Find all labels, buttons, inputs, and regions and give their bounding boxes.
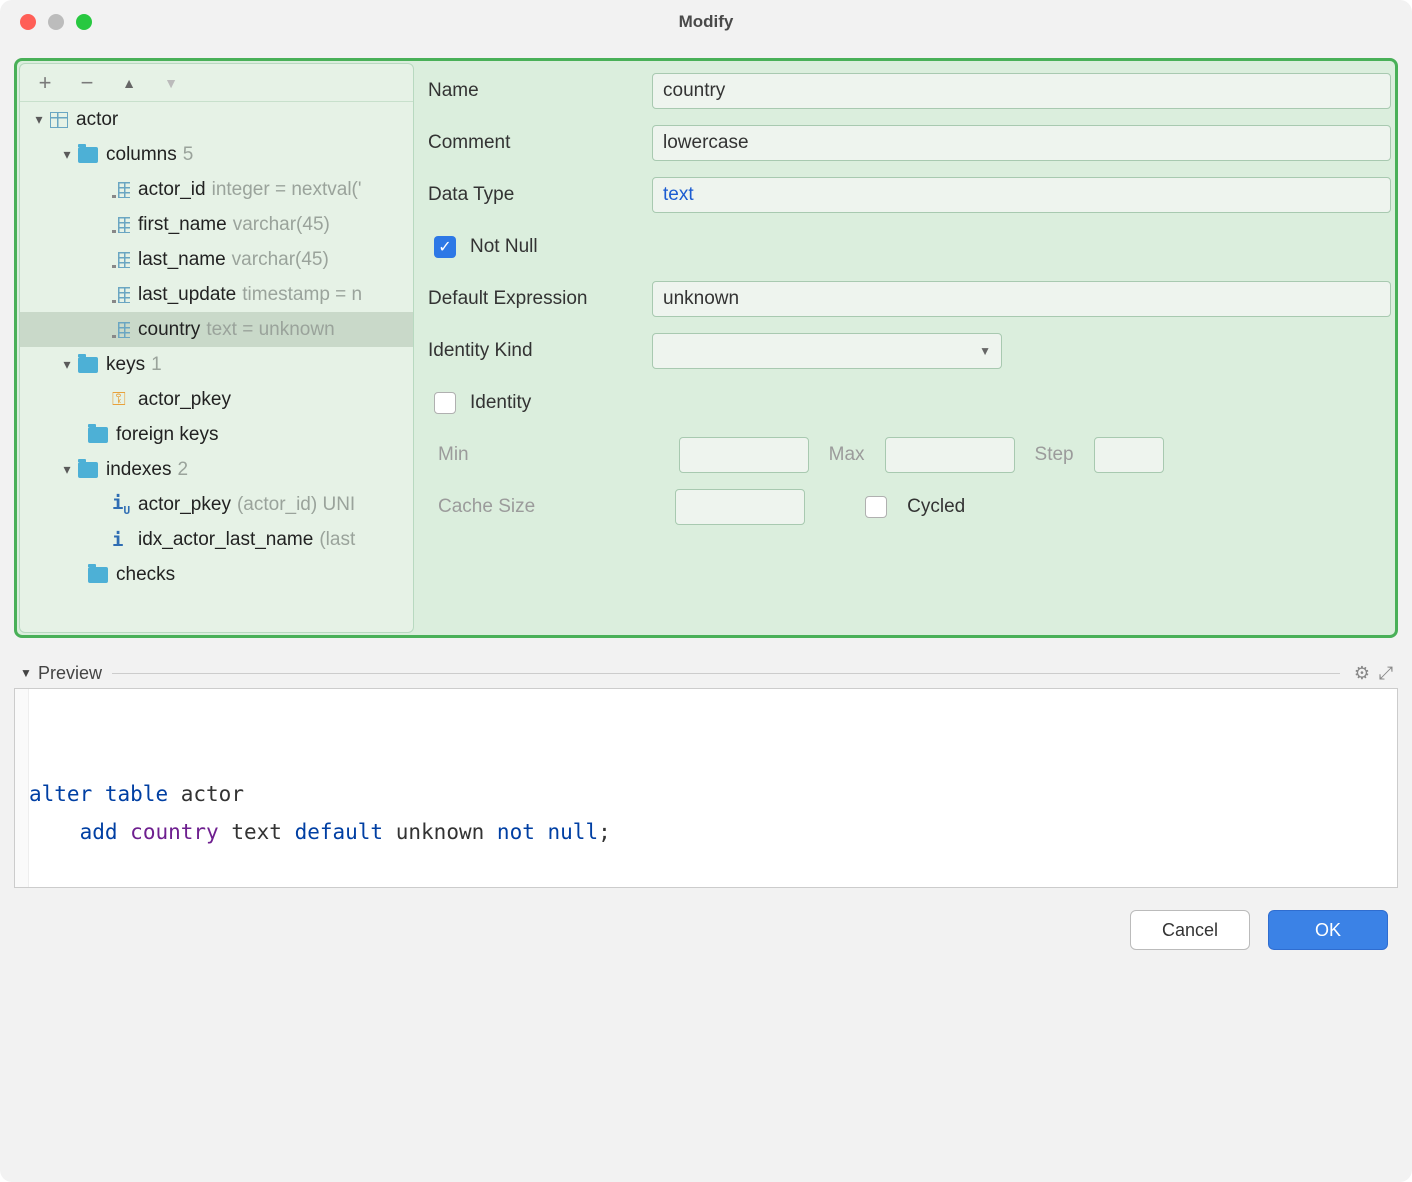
tree-index-row[interactable]: i idx_actor_last_name (last — [20, 522, 413, 557]
add-button[interactable]: + — [34, 72, 56, 94]
object-tree-panel: + − ▲ ▼ ▾ actor ▾ columns 5 — [19, 63, 414, 633]
column-form: Name Comment Data Type ✓ Not Null Defaul… — [426, 63, 1393, 633]
chevron-down-icon[interactable]: ▾ — [56, 146, 78, 163]
folder-icon — [78, 357, 98, 373]
cache-size-label: Cache Size — [438, 496, 535, 518]
titlebar: Modify — [0, 0, 1412, 44]
tree-column-row[interactable]: last_name varchar(45) — [20, 242, 413, 277]
column-icon — [112, 217, 130, 233]
divider — [112, 673, 1340, 674]
tree-column-row[interactable]: actor_id integer = nextval(' — [20, 172, 413, 207]
tree-foreign-keys-folder[interactable]: foreign keys — [20, 417, 413, 452]
name-label: Name — [428, 80, 638, 102]
tree-label: actor — [76, 109, 118, 131]
cancel-button[interactable]: Cancel — [1130, 910, 1250, 950]
move-up-button[interactable]: ▲ — [118, 72, 140, 94]
step-label: Step — [1035, 444, 1074, 466]
folder-icon — [88, 567, 108, 583]
upper-panel: + − ▲ ▼ ▾ actor ▾ columns 5 — [14, 58, 1398, 638]
chevron-down-icon[interactable]: ▾ — [28, 111, 50, 128]
identity-checkbox[interactable] — [434, 392, 456, 414]
notnull-label: Not Null — [470, 236, 538, 258]
default-label: Default Expression — [428, 288, 638, 310]
tree-keys-folder[interactable]: ▾ keys 1 — [20, 347, 413, 382]
chevron-down-icon[interactable]: ▾ — [56, 356, 78, 373]
preview-label: Preview — [38, 663, 102, 684]
cycled-checkbox[interactable] — [865, 496, 887, 518]
tree-key-row[interactable]: ⚿ actor_pkey — [20, 382, 413, 417]
table-icon — [50, 112, 68, 128]
tree-column-row[interactable]: first_name varchar(45) — [20, 207, 413, 242]
content: + − ▲ ▼ ▾ actor ▾ columns 5 — [0, 44, 1412, 1182]
modify-dialog: Modify + − ▲ ▼ ▾ actor — [0, 0, 1412, 1182]
step-input[interactable] — [1094, 437, 1164, 473]
tree-column-row-selected[interactable]: country text = unknown — [20, 312, 413, 347]
gear-icon[interactable]: ⚙ — [1350, 663, 1374, 684]
datatype-label: Data Type — [428, 184, 638, 206]
identity-label: Identity — [470, 392, 531, 414]
datatype-input[interactable] — [652, 177, 1391, 213]
tree-index-row[interactable]: iU actor_pkey (actor_id) UNI — [20, 487, 413, 522]
column-icon — [112, 182, 130, 198]
chevron-down-icon: ▼ — [979, 344, 991, 358]
min-label: Min — [438, 444, 469, 466]
chevron-down-icon[interactable]: ▾ — [56, 461, 78, 478]
max-input[interactable] — [885, 437, 1015, 473]
expand-icon[interactable]: ⤢ — [1374, 663, 1398, 684]
identity-kind-label: Identity Kind — [428, 340, 638, 362]
default-input[interactable] — [652, 281, 1391, 317]
remove-button[interactable]: − — [76, 72, 98, 94]
ok-button[interactable]: OK — [1268, 910, 1388, 950]
dialog-buttons: Cancel OK — [14, 888, 1398, 950]
column-icon — [112, 322, 130, 338]
index-icon: iU — [112, 492, 130, 517]
window-title: Modify — [0, 12, 1412, 32]
tree-toolbar: + − ▲ ▼ — [20, 64, 413, 102]
tree-indexes-folder[interactable]: ▾ indexes 2 — [20, 452, 413, 487]
min-input[interactable] — [679, 437, 809, 473]
tree-table-row[interactable]: ▾ actor — [20, 102, 413, 137]
index-icon: i — [112, 529, 130, 551]
folder-icon — [88, 427, 108, 443]
move-down-button[interactable]: ▼ — [160, 72, 182, 94]
tree-columns-folder[interactable]: ▾ columns 5 — [20, 137, 413, 172]
comment-input[interactable] — [652, 125, 1391, 161]
column-icon — [112, 252, 130, 268]
comment-label: Comment — [428, 132, 638, 154]
tree-checks-folder[interactable]: checks — [20, 557, 413, 592]
name-input[interactable] — [652, 73, 1391, 109]
folder-icon — [78, 147, 98, 163]
editor-gutter — [15, 689, 29, 887]
tree-column-row[interactable]: last_update timestamp = n — [20, 277, 413, 312]
max-label: Max — [829, 444, 865, 466]
chevron-down-icon[interactable]: ▼ — [14, 666, 38, 680]
column-icon — [112, 287, 130, 303]
sql-preview[interactable]: alter table actor add country text defau… — [14, 688, 1398, 888]
notnull-checkbox[interactable]: ✓ — [434, 236, 456, 258]
preview-header: ▼ Preview ⚙ ⤢ — [14, 658, 1398, 688]
cache-size-input[interactable] — [675, 489, 805, 525]
folder-icon — [78, 462, 98, 478]
cycled-label: Cycled — [907, 496, 965, 518]
key-icon: ⚿ — [112, 389, 130, 410]
object-tree: ▾ actor ▾ columns 5 actor_id integer = n… — [20, 102, 413, 632]
identity-kind-select[interactable]: ▼ — [652, 333, 1002, 369]
